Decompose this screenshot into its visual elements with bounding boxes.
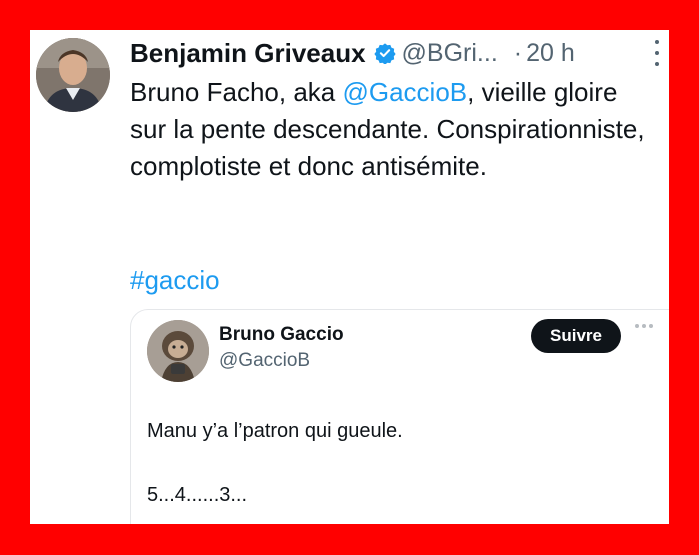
quote-more-options-icon[interactable] <box>635 324 653 328</box>
quoted-author-avatar[interactable] <box>147 320 209 382</box>
tweet-timestamp[interactable]: 20 h <box>526 39 575 68</box>
tweet-card: Benjamin Griveaux @BGri... · 20 h Bruno … <box>30 30 669 524</box>
author-avatar[interactable] <box>36 38 110 112</box>
tweet-header: Benjamin Griveaux @BGri... · 20 h <box>130 34 669 72</box>
quoted-author-name[interactable]: Bruno Gaccio <box>219 324 344 346</box>
quoted-tweet-countdown: 5...4......3... <box>147 484 248 506</box>
follow-button[interactable]: Suivre <box>531 319 621 353</box>
quoted-tweet-text: Manu y’a l’patron qui gueule. <box>147 420 403 442</box>
mention-link[interactable]: @GaccioB <box>342 77 467 107</box>
quoted-author-handle[interactable]: @GaccioB <box>219 350 310 372</box>
hashtag-link[interactable]: #gaccio <box>130 265 220 295</box>
tweet-text-start: Bruno Facho, aka <box>130 77 343 107</box>
author-name[interactable]: Benjamin Griveaux <box>130 38 366 69</box>
more-options-icon[interactable] <box>653 40 661 66</box>
separator-dot: · <box>513 38 523 67</box>
tweet-text: Bruno Facho, aka @GaccioB, vieille gloir… <box>130 74 660 185</box>
hashtag-line: #gaccio <box>130 262 220 299</box>
quoted-tweet[interactable]: Bruno Gaccio @GaccioB Suivre Manu y’a l’… <box>130 309 669 524</box>
verified-badge-icon <box>373 43 396 64</box>
author-handle[interactable]: @BGri... <box>402 39 498 68</box>
